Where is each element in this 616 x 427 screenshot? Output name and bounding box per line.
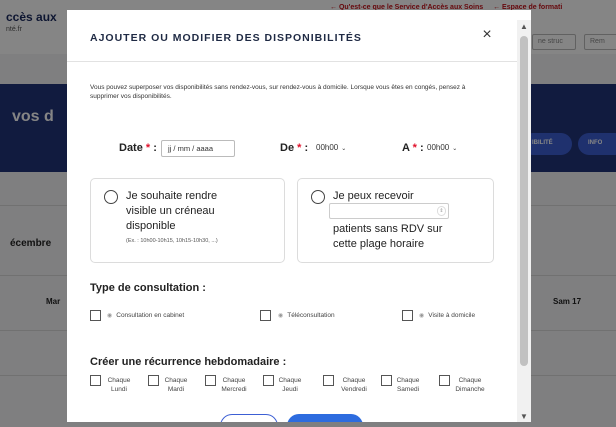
recurrence-title: Créer une récurrence hebdomadaire : bbox=[90, 356, 287, 368]
day-label-top: Chaque bbox=[222, 377, 246, 384]
from-label-colon: : bbox=[304, 142, 309, 154]
stepper-icon[interactable]: ⇕ bbox=[437, 206, 446, 216]
close-icon[interactable]: × bbox=[479, 27, 495, 43]
modal-scrollbar[interactable]: ▲ ▼ bbox=[517, 20, 531, 422]
day-label-top: Chaque bbox=[342, 377, 366, 384]
day-label-top: Chaque bbox=[164, 377, 188, 384]
day-label-lundi: Chaque Lundi bbox=[99, 376, 139, 394]
from-time-value: 00h00 bbox=[316, 143, 339, 152]
scrollbar-thumb[interactable] bbox=[520, 36, 528, 366]
teleconsultation-label: ◉ Téléconsultation bbox=[278, 312, 335, 319]
building-icon: ◉ bbox=[107, 313, 113, 319]
day-label-mardi: Chaque Mardi bbox=[156, 376, 196, 394]
day-label-top: Chaque bbox=[107, 377, 131, 384]
patients-count-input[interactable]: ⇕ bbox=[329, 203, 449, 219]
option-visible-example: (Ex. : 10h00-10h15, 10h15-10h30, ...) bbox=[126, 238, 218, 244]
day-label-bottom: Lundi bbox=[111, 386, 127, 393]
to-label-text: A bbox=[402, 142, 410, 154]
day-label-dimanche: Chaque Dimanche bbox=[450, 376, 490, 394]
day-label-bottom: Dimanche bbox=[455, 386, 485, 393]
checkbox-vendredi[interactable] bbox=[323, 375, 334, 386]
intro-text: Vous pouvez superposer vos disponibilité… bbox=[90, 84, 466, 100]
submit-button[interactable] bbox=[287, 414, 363, 422]
home-icon: ◉ bbox=[419, 313, 425, 319]
day-label-bottom: Vendredi bbox=[341, 386, 367, 393]
from-time-select[interactable]: 00h00 ⌄ bbox=[312, 140, 350, 157]
date-label: Date * : bbox=[119, 142, 157, 154]
required-marker: * bbox=[297, 142, 302, 154]
day-label-bottom: Mercredi bbox=[221, 386, 247, 393]
checkbox-dimanche[interactable] bbox=[439, 375, 450, 386]
option-visible-line: visible un créneau bbox=[126, 205, 215, 217]
cancel-button[interactable] bbox=[220, 414, 278, 422]
required-marker: * bbox=[412, 142, 417, 154]
to-label: A * : bbox=[402, 142, 424, 154]
checkbox-teleconsultation[interactable] bbox=[260, 310, 271, 321]
day-label-bottom: Mardi bbox=[167, 386, 185, 393]
day-label-samedi: Chaque Samedi bbox=[388, 376, 428, 394]
consultation-type-title: Type de consultation : bbox=[90, 282, 206, 294]
checkbox-visite-domicile[interactable] bbox=[402, 310, 413, 321]
day-label-jeudi: Chaque Jeudi bbox=[270, 376, 310, 394]
consultation-cabinet-label: ◉ Consultation en cabinet bbox=[107, 312, 184, 319]
to-time-select[interactable]: 00h00 ⌄ bbox=[423, 140, 461, 157]
day-label-top: Chaque bbox=[396, 377, 420, 384]
date-label-text: Date bbox=[119, 142, 143, 154]
day-label-top: Chaque bbox=[278, 377, 302, 384]
to-time-value: 00h00 bbox=[427, 143, 450, 152]
radio-visible-slot[interactable] bbox=[104, 190, 118, 204]
option-receive-line: Je peux recevoir bbox=[333, 190, 414, 202]
date-input[interactable]: jj / mm / aaaa bbox=[161, 140, 235, 157]
option-visible-line: Je souhaite rendre bbox=[126, 190, 218, 202]
checkbox-consultation-cabinet[interactable] bbox=[90, 310, 101, 321]
option-receive-line: cette plage horaire bbox=[333, 238, 425, 250]
video-icon: ◉ bbox=[278, 313, 284, 319]
date-label-colon: : bbox=[153, 142, 157, 154]
option-receive-patients[interactable]: Je peux recevoir patients sans RDV sur c… bbox=[297, 178, 494, 263]
availability-modal: AJOUTER OU MODIFIER DES DISPONIBILITÉS ×… bbox=[67, 10, 531, 422]
consultation-option-text: Consultation en cabinet bbox=[116, 312, 185, 319]
from-label-text: De bbox=[280, 142, 295, 154]
consultation-option-text: Visite à domicile bbox=[428, 312, 476, 319]
chevron-down-icon: ⌄ bbox=[341, 146, 347, 152]
visite-domicile-label: ◉ Visite à domicile bbox=[419, 312, 475, 319]
scroll-up-icon[interactable]: ▲ bbox=[520, 22, 528, 31]
radio-receive-patients[interactable] bbox=[311, 190, 325, 204]
consultation-option-text: Téléconsultation bbox=[287, 312, 335, 319]
chevron-down-icon: ⌄ bbox=[452, 146, 458, 152]
modal-title: AJOUTER OU MODIFIER DES DISPONIBILITÉS bbox=[90, 32, 362, 44]
option-visible-slot[interactable]: Je souhaite rendre visible un créneau di… bbox=[90, 178, 285, 263]
day-label-bottom: Samedi bbox=[396, 386, 420, 393]
option-visible-line: disponible bbox=[126, 220, 176, 232]
modal-header: AJOUTER OU MODIFIER DES DISPONIBILITÉS × bbox=[67, 10, 519, 62]
required-marker: * bbox=[145, 142, 151, 154]
day-label-mercredi: Chaque Mercredi bbox=[214, 376, 254, 394]
day-label-bottom: Jeudi bbox=[282, 386, 298, 393]
scroll-down-icon[interactable]: ▼ bbox=[520, 412, 528, 421]
day-label-top: Chaque bbox=[458, 377, 482, 384]
option-receive-line: patients sans RDV sur bbox=[333, 223, 443, 235]
from-label: De * : bbox=[280, 142, 308, 154]
day-label-vendredi: Chaque Vendredi bbox=[334, 376, 374, 394]
